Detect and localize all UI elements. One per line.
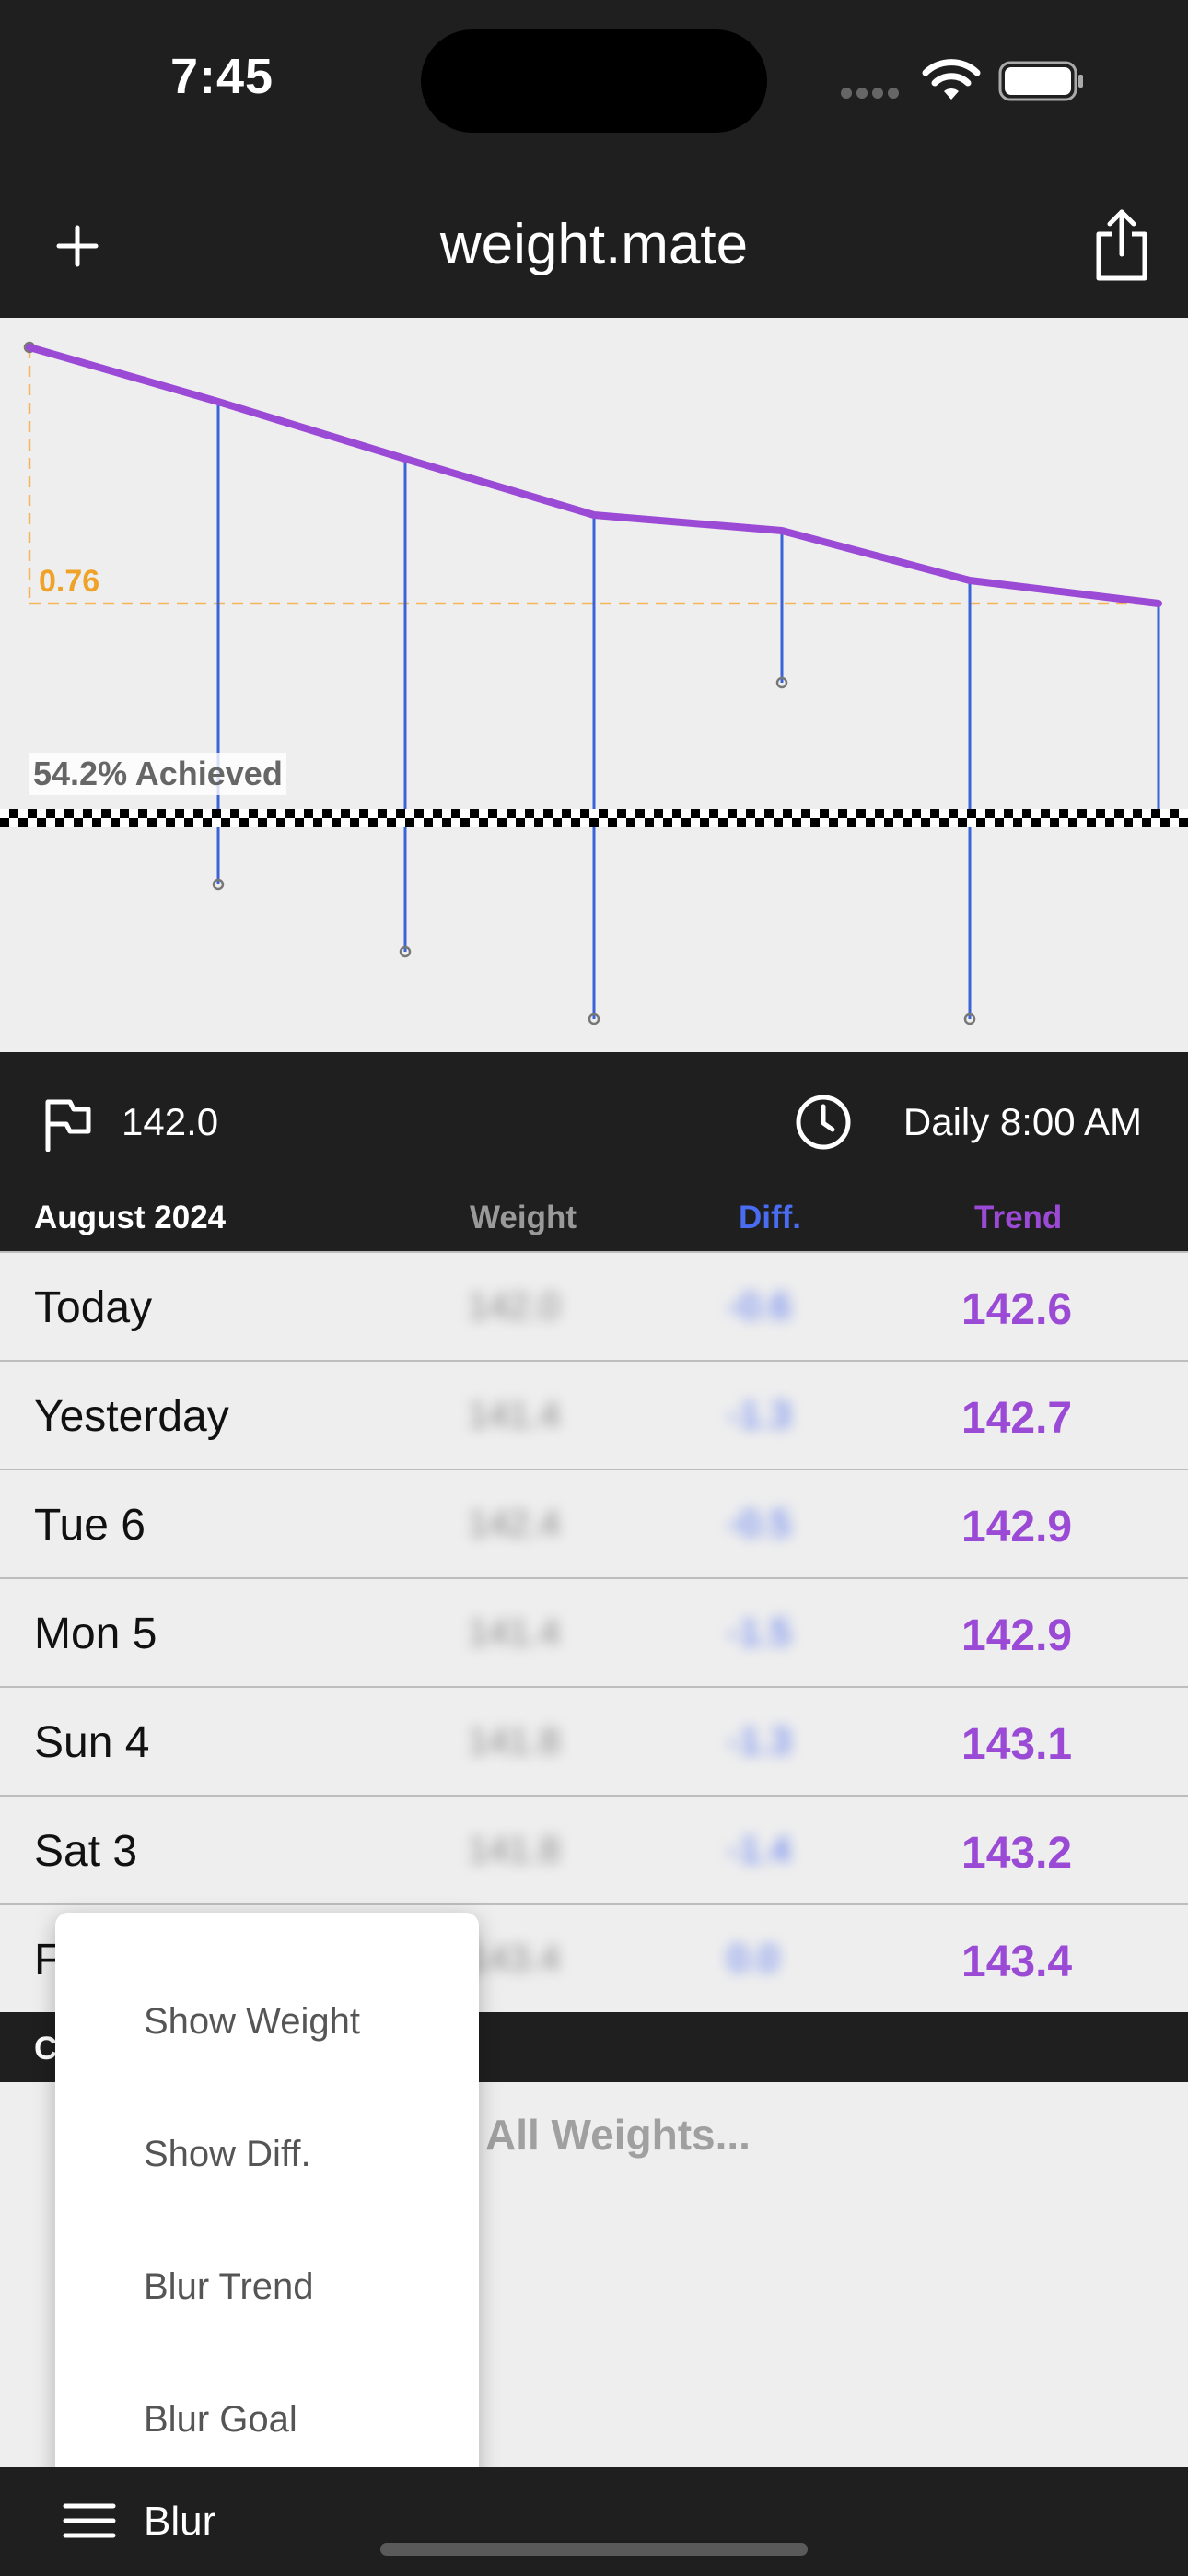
row-day: Today bbox=[34, 1283, 153, 1332]
row-trend: 142.9 bbox=[961, 1503, 1073, 1551]
chart-svg bbox=[23, 341, 1165, 1025]
row-trend: 142.7 bbox=[961, 1394, 1073, 1443]
row-diff: -0.6 bbox=[728, 1286, 791, 1327]
nav-bar: weight.mate bbox=[0, 175, 1188, 318]
achieved-label: 54.2% Achieved bbox=[29, 753, 286, 795]
goal-gap-label: 0.76 bbox=[39, 564, 100, 599]
menu-item-blur-trend[interactable]: Blur Trend bbox=[144, 2266, 314, 2308]
row-weight: 143.4 bbox=[468, 1938, 561, 1979]
row-day: Yesterday bbox=[34, 1392, 229, 1441]
row-diff: -0.5 bbox=[728, 1504, 791, 1544]
battery-icon bbox=[998, 61, 1083, 101]
row-weight: 142.4 bbox=[468, 1504, 561, 1544]
cellular-signal-icon bbox=[841, 87, 905, 99]
home-indicator bbox=[380, 2543, 808, 2556]
row-weight: 142.0 bbox=[468, 1286, 561, 1327]
goal-finish-line bbox=[0, 809, 1188, 827]
section-header-label: C bbox=[34, 2031, 58, 2067]
row-day: Tue 6 bbox=[34, 1501, 146, 1550]
diff-lines bbox=[216, 402, 1160, 1019]
bottom-toolbar: Blur bbox=[0, 2467, 1188, 2576]
flag-icon[interactable] bbox=[42, 1096, 94, 1152]
status-time: 7:45 bbox=[170, 49, 274, 104]
all-weights-link[interactable]: All Weights... bbox=[485, 2110, 751, 2160]
row-diff: -1.3 bbox=[728, 1721, 791, 1762]
menu-item-blur-goal[interactable]: Blur Goal bbox=[144, 2399, 297, 2441]
blur-button[interactable]: Blur bbox=[144, 2499, 215, 2545]
diff-column-header: Diff. bbox=[739, 1200, 802, 1235]
row-diff: -1.5 bbox=[728, 1612, 791, 1653]
table-row[interactable]: Sun 4 141.8 -1.3 143.1 bbox=[0, 1686, 1188, 1795]
table-row[interactable]: Mon 5 141.4 -1.5 142.9 bbox=[0, 1577, 1188, 1686]
row-trend: 143.4 bbox=[961, 1938, 1073, 1986]
trend-column-header: Trend bbox=[974, 1200, 1063, 1235]
goal-weight-value[interactable]: 142.0 bbox=[122, 1100, 218, 1144]
row-weight: 141.8 bbox=[468, 1830, 561, 1870]
weight-column-header: Weight bbox=[470, 1200, 577, 1235]
reminder-time[interactable]: Daily 8:00 AM bbox=[903, 1100, 1142, 1144]
app-title: weight.mate bbox=[439, 213, 749, 276]
row-weight: 141.4 bbox=[468, 1612, 561, 1653]
menu-item-show-diff[interactable]: Show Diff. bbox=[144, 2134, 311, 2175]
hamburger-menu-icon[interactable] bbox=[63, 2502, 116, 2539]
table-row[interactable]: Today 142.0 -0.6 142.6 bbox=[0, 1251, 1188, 1360]
weight-chart[interactable]: 0.76 54.2% Achieved bbox=[0, 318, 1188, 1052]
row-weight: 141.4 bbox=[468, 1395, 561, 1435]
share-icon[interactable] bbox=[1091, 206, 1152, 284]
wifi-icon bbox=[922, 59, 981, 100]
row-day: Mon 5 bbox=[34, 1610, 157, 1658]
row-trend: 143.2 bbox=[961, 1829, 1073, 1878]
row-diff: 0.0 bbox=[728, 1938, 779, 1979]
row-day: Sun 4 bbox=[34, 1718, 150, 1767]
menu-item-show-weight[interactable]: Show Weight bbox=[144, 2001, 360, 2043]
row-weight: 141.8 bbox=[468, 1721, 561, 1762]
table-row[interactable]: Yesterday 141.4 -1.3 142.7 bbox=[0, 1360, 1188, 1469]
status-bar: 7:45 bbox=[0, 0, 1188, 175]
row-trend: 142.6 bbox=[961, 1285, 1073, 1334]
blur-options-menu: Show Weight Show Diff. Blur Trend Blur G… bbox=[55, 1913, 479, 2488]
table-row[interactable]: Tue 6 142.4 -0.5 142.9 bbox=[0, 1469, 1188, 1577]
row-trend: 143.1 bbox=[961, 1720, 1073, 1769]
row-day: Sat 3 bbox=[34, 1827, 138, 1876]
clock-icon[interactable] bbox=[794, 1093, 853, 1152]
row-trend: 142.9 bbox=[961, 1611, 1073, 1660]
month-header: August 2024 bbox=[34, 1200, 227, 1235]
row-diff: -1.3 bbox=[728, 1395, 791, 1435]
dynamic-island bbox=[421, 29, 767, 133]
table-row[interactable]: Sat 3 141.8 -1.4 143.2 bbox=[0, 1795, 1188, 1903]
row-diff: -1.4 bbox=[728, 1830, 791, 1870]
